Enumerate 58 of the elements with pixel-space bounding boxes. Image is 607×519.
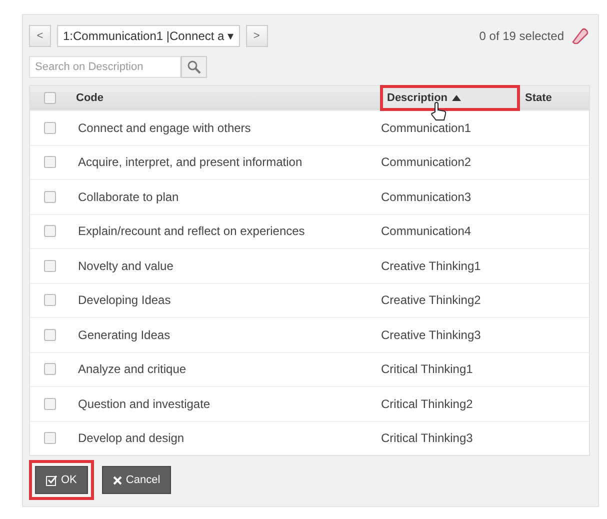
table-row[interactable]: Developing Ideas Creative Thinking2: [30, 282, 589, 317]
search-field[interactable]: Search on Description: [29, 56, 181, 78]
description-cell-text: Communication3: [381, 190, 472, 204]
table-row[interactable]: Collaborate to plan Communication3: [30, 179, 589, 214]
description-cell-text: Creative Thinking2: [381, 293, 482, 308]
search-button[interactable]: [181, 56, 207, 78]
table-row[interactable]: Novelty and value Creative Thinking1: [30, 248, 589, 282]
previous-button[interactable]: <: [29, 25, 51, 47]
next-button[interactable]: >: [246, 25, 268, 47]
checkbox-icon: [46, 474, 57, 486]
row-checkbox[interactable]: [44, 225, 56, 238]
code-cell-text: Explain/recount and reflect on experiences: [77, 224, 306, 238]
description-cell-text: Critical Thinking3: [381, 431, 474, 446]
row-checkbox[interactable]: [44, 398, 56, 410]
column-header[interactable]: Description: [381, 86, 519, 110]
code-cell-text: Novelty and value: [77, 258, 174, 273]
select-all-checkbox[interactable]: [44, 92, 56, 104]
code-dropdown[interactable]: 1:Communication1 |Connect a ▾: [57, 25, 240, 47]
table-row[interactable]: Analyze and critique Critical Thinking1: [30, 352, 589, 386]
table-row[interactable]: Question and investigate Critical Thinking2: [30, 386, 589, 420]
column-header[interactable]: State: [519, 86, 589, 110]
code-cell-text: Developing Ideas: [77, 293, 172, 308]
column-header[interactable]: Code: [70, 86, 381, 110]
table-row[interactable]: Generating Ideas Creative Thinking3: [30, 317, 589, 352]
eraser-icon[interactable]: [570, 27, 590, 45]
row-checkbox[interactable]: [44, 432, 56, 444]
table-row[interactable]: Develop and design Critical Thinking3: [30, 420, 589, 455]
code-cell-text: Connect and engage with others: [77, 120, 252, 135]
table-row[interactable]: Explain/recount and reflect on experiences Communication4: [30, 214, 589, 248]
description-cell-text: Creative Thinking1: [381, 258, 482, 273]
row-checkbox[interactable]: [44, 156, 56, 168]
cancel-button[interactable]: Cancel: [102, 466, 172, 494]
code-cell-text: Acquire, interpret, and present information: [77, 155, 304, 170]
row-checkbox[interactable]: [44, 363, 56, 376]
row-checkbox[interactable]: [44, 260, 56, 272]
code-cell-text: Collaborate to plan: [77, 190, 180, 204]
row-checkbox[interactable]: [44, 294, 56, 306]
close-icon: [112, 476, 122, 484]
row-checkbox[interactable]: [44, 190, 56, 203]
ok-button[interactable]: OK: [35, 466, 88, 494]
row-checkbox[interactable]: [44, 122, 56, 134]
description-cell-text: Creative Thinking3: [381, 328, 482, 342]
table-row[interactable]: Acquire, interpret, and present information Communication2: [30, 144, 589, 179]
description-cell-text: Critical Thinking1: [381, 362, 474, 376]
row-checkbox[interactable]: [44, 328, 56, 341]
code-cell-text: Generating Ideas: [77, 328, 172, 342]
description-cell-text: Communication4: [381, 224, 472, 238]
description-cell-text: Critical Thinking2: [381, 396, 474, 411]
selection-count: 0 of 19 selected: [479, 29, 564, 43]
description-cell-text: Communication2: [381, 155, 472, 170]
code-cell-text: Develop and design: [77, 431, 186, 446]
code-cell-text: Analyze and critique: [77, 362, 188, 376]
hand-cursor-icon: [430, 102, 448, 122]
description-cell-text: Communication1: [381, 120, 472, 135]
code-cell-text: Question and investigate: [77, 396, 212, 411]
sort-ascending-icon: [452, 95, 461, 101]
search-icon: [187, 60, 201, 74]
table-row[interactable]: Connect and engage with others Communication1: [30, 110, 589, 144]
